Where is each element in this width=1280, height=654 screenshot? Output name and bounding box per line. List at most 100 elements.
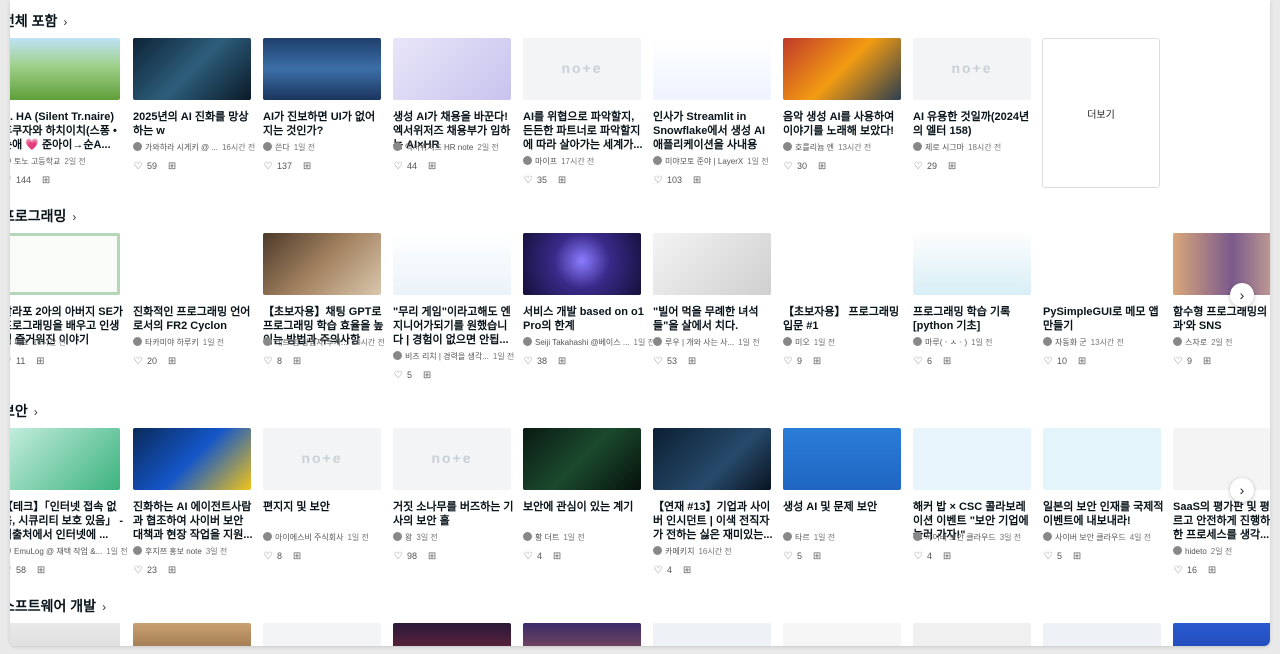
article-thumbnail[interactable] [783,623,901,646]
heart-icon[interactable]: ♡ [133,161,143,173]
heart-icon[interactable]: ♡ [523,175,533,187]
bookmark-icon[interactable]: ⊞ [292,551,302,563]
article-title[interactable]: 서비스 개발 based on o1 Pro의 한계 [523,305,645,333]
article-title[interactable]: 함수형 프로그래밍의 효과'와 SNS [1173,305,1270,333]
article-thumbnail[interactable] [1043,623,1161,646]
bookmark-icon[interactable]: ⊞ [36,565,46,577]
article-thumbnail[interactable]: no+e [913,38,1031,100]
heart-icon[interactable]: ♡ [263,551,273,563]
article-author[interactable]: 카메키치 16시간 전 [653,546,783,558]
article-thumbnail[interactable] [913,233,1031,295]
heart-icon[interactable]: ♡ [1043,356,1053,368]
article-thumbnail[interactable] [393,233,511,295]
article-thumbnail[interactable] [133,38,251,100]
article-thumbnail[interactable] [653,428,771,490]
article-author[interactable]: 왕 3일 전 [393,532,523,544]
article-title[interactable]: 보안에 관심이 있는 계기 [523,500,645,514]
article-title[interactable]: 2025년의 AI 진화를 망상하는 w [133,110,255,138]
article-author[interactable]: 제로 시그마 18시간 전 [913,142,1043,154]
article-thumbnail[interactable] [523,428,641,490]
article-thumbnail[interactable] [1173,428,1270,490]
article-title[interactable]: 【연재 #13】기업과 사이버 인시던트 | 이색 전직자가 전하는 싫은 재미… [653,500,775,542]
bookmark-icon[interactable]: ⊞ [557,356,567,368]
article-thumbnail[interactable] [133,233,251,295]
article-title[interactable]: 【테크】「인터넷 접속 없음, 시큐리티 보호 있음」 - 외출처에서 인터넷에… [10,500,124,542]
article-title[interactable]: 진화적인 프로그래밍 언어로서의 FR2 Cyclon [133,305,255,333]
bookmark-icon[interactable]: ⊞ [167,356,177,368]
article-thumbnail[interactable] [653,38,771,100]
bookmark-icon[interactable]: ⊞ [1202,356,1212,368]
article-author[interactable]: 자동화 군 13시간 전 [1043,337,1173,349]
article-title[interactable]: 생성 AI 및 문제 보안 [783,500,905,514]
article-title[interactable]: 프로그래밍 학습 기록 [python 기초] [913,305,1035,333]
article-title[interactable]: "무리 게임"이라고해도 엔지니어가되기를 원했습니다 | 경험이 없으면 안됩… [393,305,515,347]
heart-icon[interactable]: ♡ [523,551,533,563]
article-thumbnail[interactable] [263,233,381,295]
article-thumbnail[interactable] [1043,233,1161,295]
article-author[interactable]: 스자로 2일 전 [1173,337,1270,349]
article-author[interactable]: 마이프 17시간 전 [523,156,653,168]
article-title[interactable]: AI를 위협으로 파악할지, 든든한 파트너로 파악할지에 따라 살아가는 세계… [523,110,645,152]
article-title[interactable]: 【초보자용】 프로그래밍 입문 #1 [783,305,905,333]
heart-icon[interactable]: ♡ [523,356,533,368]
section-title[interactable]: 전체 포함 › [10,12,67,30]
scroll-right-button[interactable]: › [1230,478,1254,502]
scroll-right-button[interactable]: › [1230,283,1254,307]
article-author[interactable]: 피료 16시간 전 [10,337,132,349]
heart-icon[interactable]: ♡ [10,565,12,577]
article-title[interactable]: H. HA (Silent Tr.naire) 후쿠자와 하치이치(스퐁 • 순… [10,110,124,152]
article-thumbnail[interactable] [263,38,381,100]
bookmark-icon[interactable]: ⊞ [292,356,302,368]
bookmark-icon[interactable]: ⊞ [1072,551,1082,563]
bookmark-icon[interactable]: ⊞ [817,161,827,173]
article-title[interactable]: AI가 진보하면 UI가 없어지는 것인가? [263,110,385,138]
article-author[interactable]: 미오 1일 전 [783,337,913,349]
bookmark-icon[interactable]: ⊞ [41,175,51,187]
article-thumbnail[interactable] [133,428,251,490]
article-thumbnail[interactable]: no+e [523,38,641,100]
article-thumbnail[interactable] [10,233,120,295]
bookmark-icon[interactable]: ⊞ [687,356,697,368]
article-thumbnail[interactable] [523,233,641,295]
article-thumbnail[interactable] [783,38,901,100]
bookmark-icon[interactable]: ⊞ [427,551,437,563]
heart-icon[interactable]: ♡ [393,551,403,563]
more-button[interactable]: 더보기 [1042,38,1160,188]
heart-icon[interactable]: ♡ [393,370,403,382]
heart-icon[interactable]: ♡ [913,551,923,563]
article-title[interactable]: 인사가 Streamlit in Snowflake에서 생성 AI 애플리케이… [653,110,775,152]
bookmark-icon[interactable]: ⊞ [422,370,432,382]
article-author[interactable]: 타르 1일 전 [783,532,913,544]
article-thumbnail[interactable] [10,428,120,490]
article-thumbnail[interactable] [913,623,1031,646]
article-author[interactable]: EmuLog @ 재택 작업 &... 1일 전 [10,546,132,558]
heart-icon[interactable]: ♡ [1173,356,1183,368]
bookmark-icon[interactable]: ⊞ [692,175,702,187]
bookmark-icon[interactable]: ⊞ [1077,356,1087,368]
article-thumbnail[interactable] [10,623,120,646]
article-thumbnail[interactable] [10,38,120,100]
article-thumbnail[interactable] [393,623,511,646]
heart-icon[interactable]: ♡ [783,356,793,368]
heart-icon[interactable]: ♡ [10,175,12,187]
article-author[interactable]: Seiji Takahashi @베이스 ... 1일 전 [523,337,653,349]
heart-icon[interactable]: ♡ [913,161,923,173]
article-thumbnail[interactable]: no+e [393,428,511,490]
article-title[interactable]: 일본의 보안 인재를 국제적 이벤트에 내보내라! [1043,500,1165,528]
article-author[interactable]: hideto 2일 전 [1173,546,1270,558]
heart-icon[interactable]: ♡ [653,565,663,577]
article-author[interactable]: 아이에스비 주식회사 1일 전 [263,532,393,544]
section-title[interactable]: 보안 › [10,402,38,420]
heart-icon[interactable]: ♡ [1173,565,1183,577]
article-author[interactable]: 호를리늄 엔 13시간 전 [783,142,913,154]
heart-icon[interactable]: ♡ [783,161,793,173]
article-title[interactable]: 편지지 및 보안 [263,500,385,514]
article-author[interactable]: 루우 | 개와 사는 사... 1일 전 [653,337,783,349]
article-author[interactable]: 엑서위저즈 HR note 2일 전 [393,142,523,154]
heart-icon[interactable]: ♡ [653,356,663,368]
heart-icon[interactable]: ♡ [1043,551,1053,563]
bookmark-icon[interactable]: ⊞ [427,161,437,173]
bookmark-icon[interactable]: ⊞ [167,565,177,577]
article-thumbnail[interactable] [393,38,511,100]
heart-icon[interactable]: ♡ [263,356,273,368]
